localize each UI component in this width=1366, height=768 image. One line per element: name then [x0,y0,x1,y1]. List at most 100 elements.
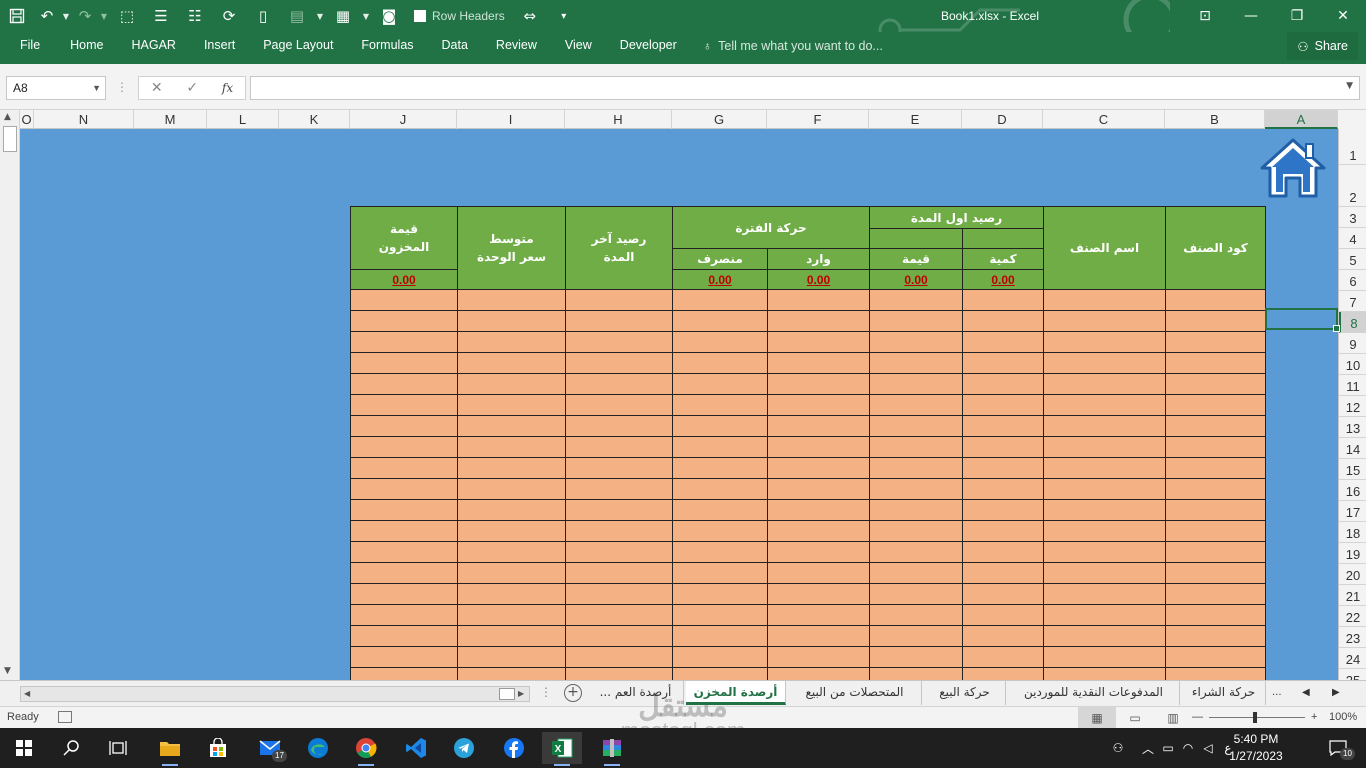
add-sheet-icon[interactable]: + [564,684,582,702]
enter-icon[interactable]: ✓ [186,80,198,96]
table-cell[interactable] [1043,415,1166,437]
table-cell[interactable] [672,520,768,542]
home-icon[interactable] [1258,136,1328,200]
task-view-icon[interactable] [98,732,138,764]
zoom-knob[interactable] [1253,711,1257,723]
taskbar-clock[interactable]: 5:40 PM 1/27/2023 [1224,731,1288,765]
excel-taskbar-icon[interactable]: X [542,732,582,766]
vertical-scrollbar[interactable]: ▲ ▼ [0,110,20,680]
table-cell[interactable] [1165,394,1266,416]
table-cell[interactable] [1165,625,1266,647]
total-quantity[interactable]: 0.00 [962,269,1044,290]
table-cell[interactable] [869,583,963,605]
edge-icon[interactable] [298,732,338,764]
document-icon[interactable]: ▯ [246,0,280,32]
calculator-dropdown-icon[interactable]: ▼ [360,0,372,32]
column-header-i[interactable]: I [457,110,565,129]
table-cell[interactable] [457,583,566,605]
customize-qat-icon[interactable]: ▾ [547,0,581,32]
save-icon[interactable] [0,0,34,32]
table-cell[interactable] [457,562,566,584]
column-header-b[interactable]: B [1165,110,1265,129]
close-icon[interactable]: ✕ [1320,0,1366,32]
total-value[interactable]: 0.00 [869,269,963,290]
tell-me-search[interactable]: ♁ Tell me what you want to do... [691,39,883,53]
row-header-15[interactable]: 15 [1339,459,1366,480]
table-cell[interactable] [962,352,1044,374]
table-cell[interactable] [457,646,566,668]
row-header-11[interactable]: 11 [1339,375,1366,396]
column-header-c[interactable]: C [1043,110,1165,129]
table-cell[interactable] [767,625,870,647]
facebook-icon[interactable] [494,732,534,764]
tab-formulas[interactable]: Formulas [347,32,427,60]
table-cell[interactable] [457,394,566,416]
table-cell[interactable] [350,394,458,416]
minimize-icon[interactable]: — [1228,0,1274,32]
column-header-l[interactable]: L [207,110,279,129]
tab-page-layout[interactable]: Page Layout [249,32,347,60]
select-objects-icon[interactable]: ⬚ [110,0,144,32]
table-cell[interactable] [565,583,673,605]
table-cell[interactable] [457,541,566,563]
share-button[interactable]: ⚇ Share [1287,32,1358,60]
header-quantity[interactable]: كمية [962,248,1044,270]
table-cell[interactable] [767,415,870,437]
sheet-more-right[interactable]: ... [1272,681,1282,705]
table-cell[interactable] [565,289,673,311]
table-cell[interactable] [457,457,566,479]
windows-start-icon[interactable] [4,732,44,764]
table-cell[interactable] [350,604,458,626]
telegram-icon[interactable] [444,732,484,764]
table-cell[interactable] [350,562,458,584]
column-header-a[interactable]: A [1265,110,1338,129]
select-all-corner[interactable] [1338,110,1366,129]
table-cell[interactable] [1043,352,1166,374]
table-cell[interactable] [962,499,1044,521]
table-cell[interactable] [672,394,768,416]
table-cell[interactable] [767,562,870,584]
active-cell-a8[interactable] [1265,308,1340,332]
macro-record-icon[interactable] [58,711,72,723]
restore-icon[interactable]: ❐ [1274,0,1320,32]
column-header-e[interactable]: E [869,110,962,129]
table-cell[interactable] [767,436,870,458]
table-cell[interactable] [672,457,768,479]
table-cell[interactable] [1165,583,1266,605]
table-cell[interactable] [962,583,1044,605]
table-cell[interactable] [672,541,768,563]
mail-icon[interactable]: 17 [250,732,290,764]
zoom-level[interactable]: 100% [1329,711,1357,723]
tab-data[interactable]: Data [428,32,482,60]
vscode-icon[interactable] [396,732,436,764]
table-cell[interactable] [350,373,458,395]
table-cell[interactable] [350,457,458,479]
table-cell[interactable] [767,289,870,311]
total-stock-value[interactable]: 0.00 [350,269,458,290]
column-header-j[interactable]: J [350,110,457,129]
column-header-h[interactable]: H [565,110,672,129]
tab-home[interactable]: Home [56,32,117,60]
table-cell[interactable] [565,331,673,353]
table-cell[interactable] [767,352,870,374]
column-header-k[interactable]: K [279,110,350,129]
table-cell[interactable] [767,520,870,542]
table-cell[interactable] [672,310,768,332]
table-cell[interactable] [869,310,963,332]
row-header-18[interactable]: 18 [1339,522,1366,543]
table-cell[interactable] [565,499,673,521]
row-header-5[interactable]: 5 [1339,249,1366,270]
formula-input[interactable]: ▼ [250,76,1360,100]
table-cell[interactable] [869,478,963,500]
table-cell[interactable] [457,289,566,311]
table-cell[interactable] [457,604,566,626]
table-cell[interactable] [457,436,566,458]
table-cell[interactable] [565,604,673,626]
table-cell[interactable] [869,625,963,647]
horizontal-scroll-thumb[interactable] [499,688,515,700]
table-cell[interactable] [1043,520,1166,542]
table-cell[interactable] [1043,373,1166,395]
table-cell[interactable] [672,625,768,647]
row-header-17[interactable]: 17 [1339,501,1366,522]
table-cell[interactable] [350,331,458,353]
